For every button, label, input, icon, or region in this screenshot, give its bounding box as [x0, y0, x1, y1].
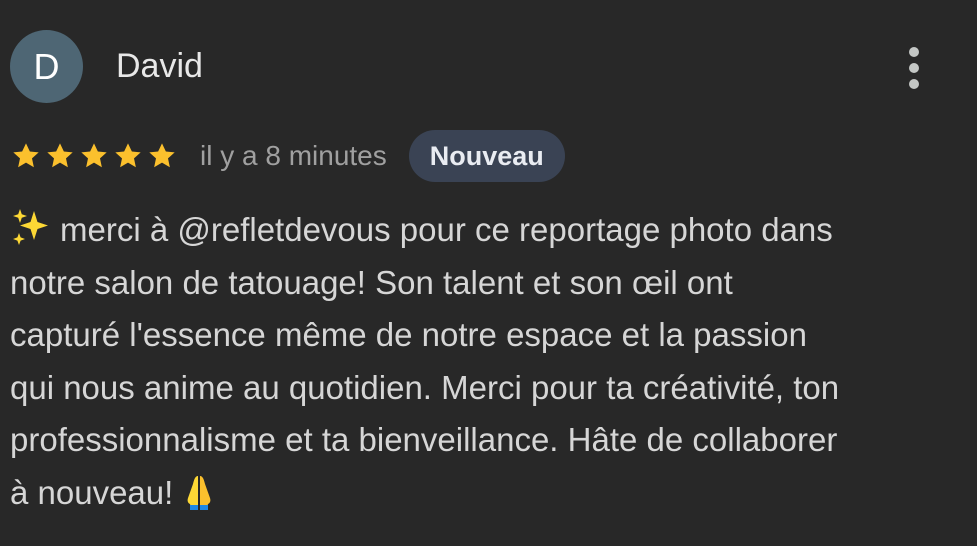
more-vert-icon: [909, 47, 919, 57]
star-icon: [115, 143, 141, 168]
folded-hands-icon: [187, 475, 211, 510]
sparkles-icon: [13, 209, 48, 245]
more-vert-icon-dot: [909, 63, 919, 73]
star-icon: [13, 143, 39, 168]
star-rating: [10, 140, 178, 172]
more-options-button[interactable]: [895, 40, 933, 96]
star-icon: [81, 143, 107, 168]
avatar-initial: D: [33, 45, 60, 87]
star-icon: [149, 143, 175, 168]
review-time: il y a 8 minutes: [200, 140, 387, 171]
more-vert-icon-dot: [909, 79, 919, 89]
review-card: D David il y a 8 minutes Nouveau merci à…: [0, 0, 977, 546]
review-text-block: merci à @refletdevous pour ce reportage …: [10, 204, 960, 519]
author-name[interactable]: David: [116, 46, 203, 86]
star-icon: [47, 143, 73, 168]
new-badge: Nouveau: [408, 130, 565, 182]
review-meta: il y a 8 minutes Nouveau: [10, 129, 565, 183]
avatar[interactable]: D: [10, 30, 83, 103]
review-text: merci à @refletdevous pour ce reportage …: [10, 211, 840, 511]
